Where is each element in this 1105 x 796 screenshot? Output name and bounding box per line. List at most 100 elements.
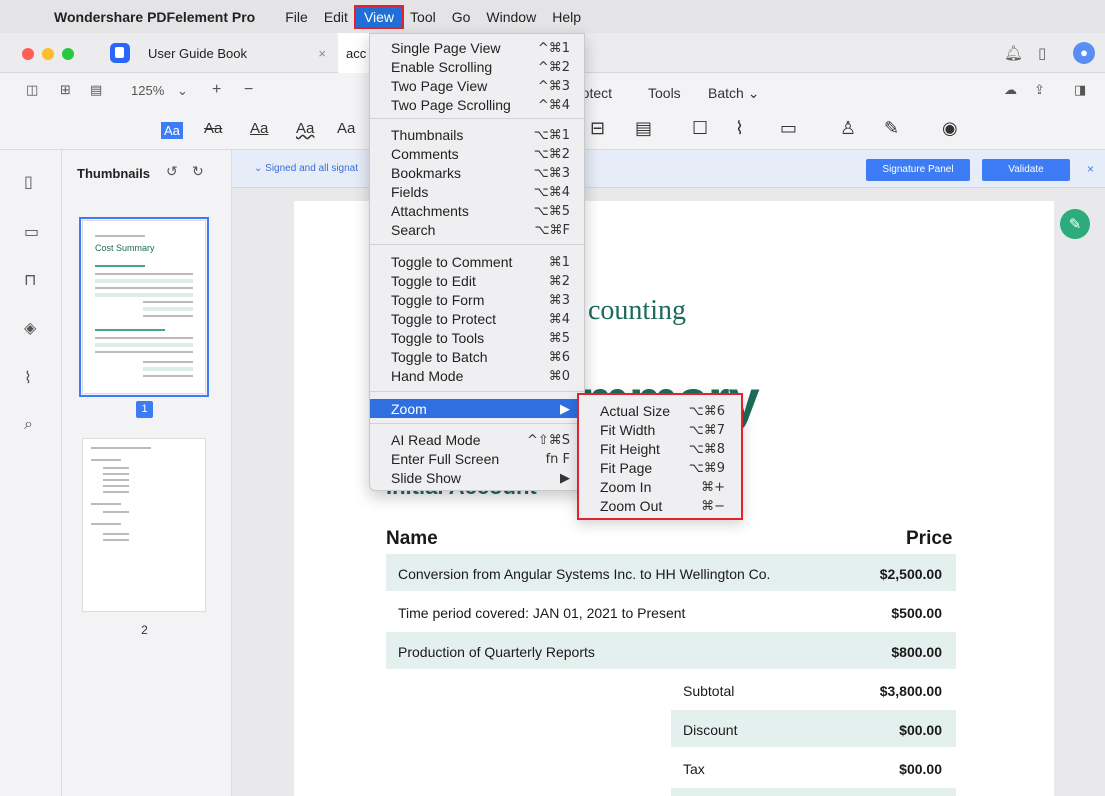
menu-item-toggle-tools[interactable]: Toggle to Tools ⌘5 xyxy=(370,328,584,347)
thumb-line xyxy=(95,343,193,347)
menu-item-hand-mode[interactable]: Hand Mode ⌘0 xyxy=(370,366,584,385)
thumbnails-title: Thumbnails xyxy=(77,166,150,181)
menu-help[interactable]: Help xyxy=(544,7,589,27)
right-panel-icon[interactable]: ◨ xyxy=(1074,83,1086,98)
pen-icon[interactable]: ✎ xyxy=(884,118,899,139)
grid-view-icon[interactable]: ⊞ xyxy=(60,83,71,98)
menu-item-toggle-edit[interactable]: Toggle to Edit ⌘2 xyxy=(370,271,584,290)
summary-label: Subtotal xyxy=(683,683,735,699)
menu-window[interactable]: Window xyxy=(478,7,544,27)
bookmark-icon[interactable]: ⊓ xyxy=(24,270,36,289)
menu-item-fit-height[interactable]: Fit Height ⌥⌘8 xyxy=(579,439,741,458)
menu-item-label: Toggle to Batch xyxy=(391,349,488,365)
page-thumbnail-2[interactable] xyxy=(82,438,206,612)
ai-assistant-icon[interactable]: ✎ xyxy=(1060,209,1090,239)
stamp-icon[interactable]: ♙ xyxy=(840,118,856,139)
rotate-right-icon[interactable]: ↻ xyxy=(192,164,204,180)
user-avatar-icon[interactable]: ● xyxy=(1073,42,1095,64)
menu-item-fields[interactable]: Fields ⌥⌘4 xyxy=(370,182,584,201)
menu-item-zoom-out[interactable]: Zoom Out ⌘− xyxy=(579,496,741,515)
highlight-text-tool[interactable]: Aa xyxy=(161,122,183,139)
menu-item-comments[interactable]: Comments ⌥⌘2 xyxy=(370,144,584,163)
signature-bar: ⌄ Signed and all signat Signature Panel … xyxy=(232,150,1105,188)
note-icon[interactable]: ▤ xyxy=(635,118,652,139)
paperclip-icon[interactable]: ⌇ xyxy=(24,368,32,387)
menu-item-label: Toggle to Comment xyxy=(391,254,513,270)
menu-item-bookmarks[interactable]: Bookmarks ⌥⌘3 xyxy=(370,163,584,182)
menu-item-two-page-scrolling[interactable]: Two Page Scrolling ^⌘4 xyxy=(370,95,584,114)
menu-edit[interactable]: Edit xyxy=(316,7,356,27)
zoom-in-button[interactable]: + xyxy=(212,81,221,99)
text-box-icon[interactable]: ⊟ xyxy=(590,118,605,139)
sidebar-toggle-icon[interactable]: ◫ xyxy=(26,83,38,98)
underline-tool[interactable]: Aa xyxy=(250,120,268,137)
close-icon[interactable]: × xyxy=(1087,162,1094,176)
menu-item-ai-read-mode[interactable]: AI Read Mode ^⇧⌘S xyxy=(370,430,584,449)
menu-item-single-page-view[interactable]: Single Page View ^⌘1 xyxy=(370,38,584,57)
attachment-icon[interactable]: ⌇ xyxy=(735,118,744,139)
menu-item-shortcut: ^⌘3 xyxy=(537,79,570,94)
zoom-out-button[interactable]: − xyxy=(244,81,253,99)
menu-item-actual-size[interactable]: Actual Size ⌥⌘6 xyxy=(579,401,741,420)
col-header-name: Name xyxy=(386,528,438,549)
squiggly-tool[interactable]: Aa xyxy=(296,120,314,137)
layers-icon[interactable]: ◈ xyxy=(24,318,36,337)
batch-tab[interactable]: Batch ⌄ xyxy=(708,85,759,102)
menu-item-toggle-form[interactable]: Toggle to Form ⌘3 xyxy=(370,290,584,309)
thumb-title: Cost Summary xyxy=(95,243,155,253)
device-icon[interactable]: ▯ xyxy=(1038,44,1046,62)
signature-status[interactable]: ⌄ Signed and all signat xyxy=(254,163,358,174)
page-icon[interactable]: ▯ xyxy=(24,172,33,191)
signature-panel-button[interactable]: Signature Panel xyxy=(866,159,970,181)
comment-icon[interactable]: ▭ xyxy=(24,222,39,241)
mac-menu-bar: Wondershare PDFelement Pro File Edit Vie… xyxy=(0,0,1105,33)
menu-tool[interactable]: Tool xyxy=(402,7,444,27)
zoom-level[interactable]: 125% xyxy=(131,83,164,98)
minimize-window-button[interactable] xyxy=(42,48,54,60)
menu-item-shortcut: ^⇧⌘S xyxy=(526,433,570,448)
thumb-line xyxy=(95,279,193,283)
menu-item-zoom[interactable]: Zoom ▶ xyxy=(370,399,584,418)
strikethrough-tool[interactable]: Aa xyxy=(204,120,222,137)
zoom-window-button[interactable] xyxy=(62,48,74,60)
menu-file[interactable]: File xyxy=(277,7,316,27)
measure-icon[interactable]: ▭ xyxy=(780,118,797,139)
menu-item-toggle-comment[interactable]: Toggle to Comment ⌘1 xyxy=(370,252,584,271)
validate-button[interactable]: Validate xyxy=(982,159,1070,181)
tools-tab[interactable]: Tools xyxy=(648,85,681,101)
app-name-menu[interactable]: Wondershare PDFelement Pro xyxy=(54,9,255,25)
menu-item-two-page-view[interactable]: Two Page View ^⌘3 xyxy=(370,76,584,95)
menu-item-label: Fit Height xyxy=(600,441,660,457)
menu-view[interactable]: View xyxy=(353,4,405,29)
bell-icon[interactable]: 🔔︎ xyxy=(1004,44,1023,62)
menu-item-enable-scrolling[interactable]: Enable Scrolling ^⌘2 xyxy=(370,57,584,76)
insert-text-tool[interactable]: Aa xyxy=(337,120,355,137)
menu-item-toggle-protect[interactable]: Toggle to Protect ⌘4 xyxy=(370,309,584,328)
tab-user-guide-book[interactable]: User Guide Book × xyxy=(100,33,338,73)
menu-item-fit-width[interactable]: Fit Width ⌥⌘7 xyxy=(579,420,741,439)
rotate-left-icon[interactable]: ↺ xyxy=(166,164,178,180)
close-window-button[interactable] xyxy=(22,48,34,60)
menu-item-shortcut: ^⌘2 xyxy=(537,60,570,75)
thumb-line xyxy=(95,329,165,331)
eye-icon[interactable]: ◉ xyxy=(942,118,958,139)
page-thumbnail-1[interactable]: Cost Summary xyxy=(79,217,209,397)
menu-item-search[interactable]: Search ⌥⌘F xyxy=(370,220,584,239)
menu-go[interactable]: Go xyxy=(444,7,479,27)
cloud-icon[interactable]: ☁ xyxy=(1004,83,1017,98)
share-icon[interactable]: ⇪ xyxy=(1034,83,1045,98)
menu-item-attachments[interactable]: Attachments ⌥⌘5 xyxy=(370,201,584,220)
menu-item-enter-full-screen[interactable]: Enter Full Screen fn F xyxy=(370,449,584,468)
menu-item-slide-show[interactable]: Slide Show ▶ xyxy=(370,468,584,487)
rectangle-icon[interactable]: ☐ xyxy=(692,118,708,139)
zoom-chevron-icon[interactable]: ⌄ xyxy=(177,83,188,99)
thumb-line xyxy=(103,467,129,469)
tab-close-icon[interactable]: × xyxy=(318,46,326,61)
search-icon[interactable]: ⌕ xyxy=(24,414,33,434)
menu-item-zoom-in[interactable]: Zoom In ⌘+ xyxy=(579,477,741,496)
page-view-icon[interactable]: ▤ xyxy=(90,83,102,98)
thumb-line xyxy=(91,459,121,461)
menu-item-fit-page[interactable]: Fit Page ⌥⌘9 xyxy=(579,458,741,477)
menu-item-thumbnails[interactable]: Thumbnails ⌥⌘1 xyxy=(370,125,584,144)
menu-item-toggle-batch[interactable]: Toggle to Batch ⌘6 xyxy=(370,347,584,366)
